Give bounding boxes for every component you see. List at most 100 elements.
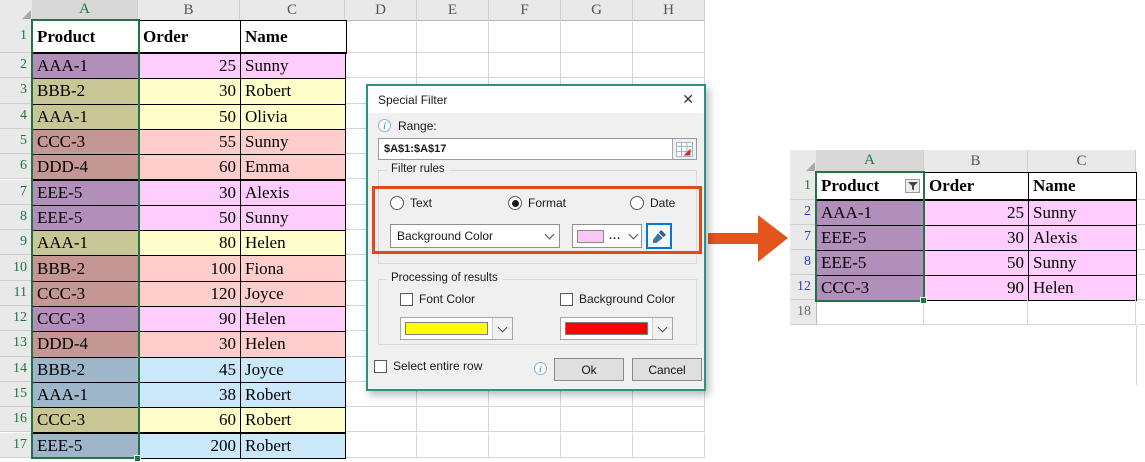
cell-c7[interactable]: Alexis xyxy=(240,179,346,206)
grid-cell[interactable] xyxy=(417,20,489,53)
row-header-11[interactable]: 11 xyxy=(0,280,33,306)
row-header-4[interactable]: 4 xyxy=(0,103,33,129)
background-color-checkbox[interactable]: Background Color xyxy=(560,292,675,306)
cell-a8[interactable]: EEE-5 xyxy=(32,204,139,232)
cell-c13[interactable]: Helen xyxy=(240,331,346,358)
column-header-e[interactable]: E xyxy=(417,0,489,21)
row-header-8[interactable]: 8 xyxy=(0,204,33,231)
column-header-d[interactable]: D xyxy=(345,0,417,21)
cell-a2[interactable]: AAA-1 xyxy=(816,200,925,226)
grid-cell[interactable] xyxy=(561,20,633,53)
column-header-f[interactable]: F xyxy=(489,0,561,21)
font-color-checkbox[interactable]: Font Color xyxy=(400,292,475,306)
radio-date[interactable]: Date xyxy=(630,196,675,210)
close-icon[interactable]: ✕ xyxy=(682,91,694,108)
select-entire-row-checkbox[interactable]: Select entire row xyxy=(374,359,482,373)
grid-cell[interactable] xyxy=(561,53,633,79)
cell-c7[interactable]: Alexis xyxy=(1028,225,1137,251)
filter-color-dropdown[interactable]: ... xyxy=(572,224,642,248)
cell-a15[interactable]: AAA-1 xyxy=(32,381,139,409)
cell-c14[interactable]: Joyce xyxy=(240,356,346,383)
cell-b5[interactable]: 55 xyxy=(138,128,241,156)
dropdown-button[interactable] xyxy=(652,318,672,339)
cell-c2[interactable]: Sunny xyxy=(1028,200,1137,226)
grid-cell[interactable] xyxy=(1137,250,1145,275)
cell-a16[interactable]: CCC-3 xyxy=(32,407,139,434)
row-header-10[interactable]: 10 xyxy=(0,255,33,281)
cell-c9[interactable]: Helen xyxy=(240,230,346,257)
grid-cell[interactable] xyxy=(1137,225,1145,250)
row-header-16[interactable]: 16 xyxy=(0,407,33,433)
row-header-8[interactable]: 8 xyxy=(790,250,817,275)
cell-b10[interactable]: 100 xyxy=(138,255,241,282)
row-header-1[interactable]: 1 xyxy=(0,20,33,53)
cell-b2[interactable]: 25 xyxy=(138,53,241,80)
grid-cell[interactable] xyxy=(417,432,489,458)
cell-b14[interactable]: 45 xyxy=(138,356,241,383)
row-header-9[interactable]: 9 xyxy=(0,230,33,256)
grid-cell[interactable] xyxy=(633,432,705,458)
cell-a11[interactable]: CCC-3 xyxy=(32,280,139,307)
column-header-b[interactable]: B xyxy=(924,150,1028,173)
grid-cell[interactable] xyxy=(345,53,417,79)
background-color-picker[interactable] xyxy=(560,317,673,340)
cancel-button[interactable]: Cancel xyxy=(632,358,702,381)
cell-b12[interactable]: 90 xyxy=(138,306,241,333)
cell-a9[interactable]: AAA-1 xyxy=(32,230,139,257)
grid-cell[interactable] xyxy=(417,53,489,79)
grid-cell[interactable] xyxy=(1137,172,1145,200)
grid-cell[interactable] xyxy=(633,53,705,79)
cell-a8[interactable]: EEE-5 xyxy=(816,250,925,276)
cell-b11[interactable]: 120 xyxy=(138,280,241,307)
range-input[interactable]: $A$1:$A$17 xyxy=(378,138,697,160)
row-header-15[interactable]: 15 xyxy=(0,381,33,408)
cell-a4[interactable]: AAA-1 xyxy=(32,103,139,130)
column-header-a[interactable]: A xyxy=(816,150,924,173)
grid-cell[interactable] xyxy=(1028,300,1136,325)
filter-dropdown-button[interactable] xyxy=(905,179,920,193)
cell-c17[interactable]: Robert xyxy=(240,432,346,459)
criteria-dropdown[interactable]: Background Color xyxy=(390,224,560,248)
font-color-picker[interactable] xyxy=(400,317,513,340)
radio-text[interactable]: Text xyxy=(390,196,432,210)
cell-a7[interactable]: EEE-5 xyxy=(816,225,925,251)
header-cell-product[interactable]: Product xyxy=(32,20,140,54)
grid-cell[interactable] xyxy=(633,407,705,433)
dropdown-button[interactable] xyxy=(492,318,512,339)
row-header-17[interactable]: 17 xyxy=(0,432,33,458)
row-header-2[interactable]: 2 xyxy=(0,53,33,79)
grid-cell[interactable] xyxy=(633,20,705,53)
radio-format[interactable]: Format xyxy=(508,196,566,210)
dialog-titlebar[interactable]: Special Filter ✕ xyxy=(368,86,704,113)
cell-c4[interactable]: Olivia xyxy=(240,103,346,130)
row-header-12[interactable]: 12 xyxy=(790,275,817,300)
column-header-h[interactable]: H xyxy=(633,0,705,21)
cell-c15[interactable]: Robert xyxy=(240,381,346,409)
grid-cell[interactable] xyxy=(561,407,633,433)
column-header-c[interactable]: C xyxy=(1028,150,1136,173)
row-header-13[interactable]: 13 xyxy=(0,331,33,357)
cell-c8[interactable]: Sunny xyxy=(240,204,346,232)
cell-c5[interactable]: Sunny xyxy=(240,128,346,156)
fill-handle[interactable] xyxy=(134,455,141,462)
cell-a10[interactable]: BBB-2 xyxy=(32,255,139,282)
row-header-1[interactable]: 1 xyxy=(790,172,817,200)
row-header-12[interactable]: 12 xyxy=(0,306,33,332)
header-cell-name[interactable]: Name xyxy=(240,20,347,54)
cell-c3[interactable]: Robert xyxy=(240,78,346,105)
cell-a3[interactable]: BBB-2 xyxy=(32,78,139,105)
column-header-b[interactable]: B xyxy=(138,0,240,21)
cell-b15[interactable]: 38 xyxy=(138,381,241,409)
select-all-button[interactable] xyxy=(0,0,33,21)
cell-c12[interactable]: Helen xyxy=(1028,275,1137,301)
grid-cell[interactable] xyxy=(816,300,924,325)
fill-handle[interactable] xyxy=(920,297,927,304)
cell-b8[interactable]: 50 xyxy=(924,250,1029,276)
row-header-7[interactable]: 7 xyxy=(0,179,33,205)
row-header-2[interactable]: 2 xyxy=(790,200,817,225)
cell-b16[interactable]: 60 xyxy=(138,407,241,434)
header-cell-product[interactable]: Product xyxy=(816,172,925,201)
cell-a12[interactable]: CCC-3 xyxy=(816,275,925,301)
range-picker-button[interactable] xyxy=(672,139,696,159)
grid-cell[interactable] xyxy=(489,53,561,79)
